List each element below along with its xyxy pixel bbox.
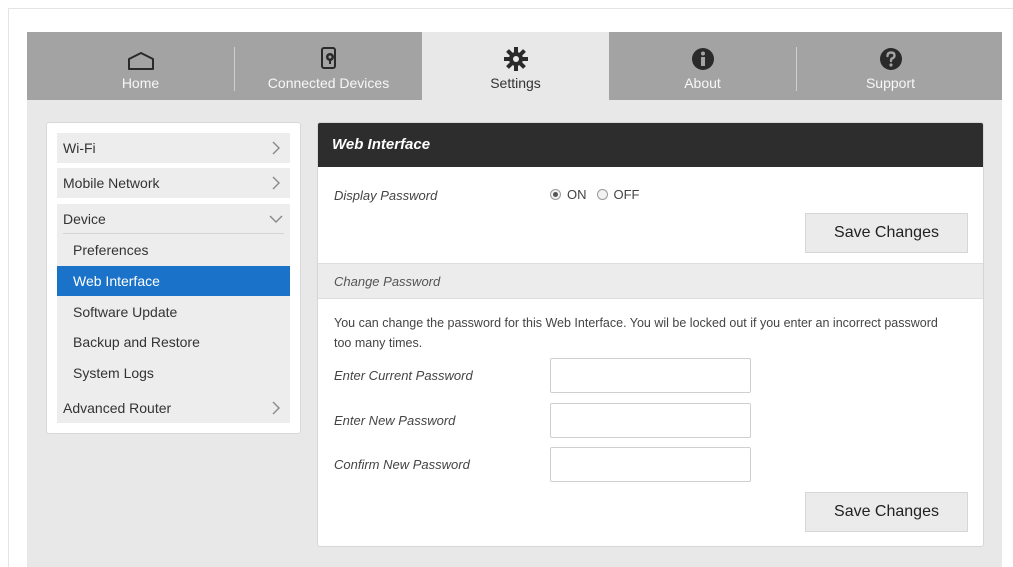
tab-settings-label: Settings [490, 75, 541, 91]
router-admin-app: Home Connected Devices Settings About Su… [27, 32, 1002, 567]
sidebar-item-device[interactable]: Device [57, 204, 290, 234]
settings-sidebar: Wi-Fi Mobile Network Device Preferences [46, 122, 301, 434]
radio-on-label: ON [567, 187, 587, 202]
info-icon [690, 42, 716, 72]
sidebar-item-backup-restore[interactable]: Backup and Restore [57, 327, 290, 357]
current-password-field[interactable] [550, 358, 751, 393]
display-password-radio-group: ON OFF [550, 187, 650, 202]
tab-about[interactable]: About [609, 32, 796, 100]
sidebar-item-preferences[interactable]: Preferences [57, 235, 290, 265]
radio-off-label: OFF [613, 187, 640, 202]
sidebar-item-mobile-network[interactable]: Mobile Network [57, 168, 290, 198]
sidebar-item-label: Mobile Network [63, 175, 160, 191]
tab-home[interactable]: Home [47, 32, 234, 100]
gear-icon [503, 42, 529, 72]
radio-off[interactable] [596, 189, 608, 200]
tab-support[interactable]: Support [797, 32, 984, 100]
confirm-password-field[interactable] [550, 447, 751, 482]
web-interface-panel: Web Interface Display Password ON OFF Sa… [317, 122, 984, 547]
sidebar-group-device: Device Preferences Web Interface Softwar… [57, 204, 290, 421]
current-password-label: Enter Current Password [334, 368, 473, 383]
chevron-right-icon [272, 401, 280, 415]
sidebar-item-label: Advanced Router [63, 400, 172, 416]
new-password-label: Enter New Password [334, 413, 456, 428]
sidebar-sub-label: Web Interface [73, 273, 160, 289]
sidebar-item-system-logs[interactable]: System Logs [57, 358, 290, 388]
sidebar-item-label: Device [63, 211, 106, 227]
radio-on[interactable] [550, 189, 561, 200]
sidebar-item-label: Wi-Fi [63, 140, 96, 156]
chevron-down-icon [269, 215, 283, 223]
change-password-description: You can change the password for this Web… [334, 316, 938, 350]
devices-icon [318, 42, 340, 72]
tab-about-label: About [684, 75, 721, 91]
save-changes-button-1[interactable]: Save Changes [805, 213, 968, 253]
tab-settings[interactable]: Settings [422, 32, 609, 100]
sidebar-sub-label: Backup and Restore [73, 334, 200, 350]
sidebar-item-software-update[interactable]: Software Update [57, 297, 290, 327]
panel-title: Web Interface [318, 123, 983, 167]
new-password-field[interactable] [550, 403, 751, 438]
help-icon [878, 42, 904, 72]
confirm-password-label: Confirm New Password [334, 457, 470, 472]
sidebar-divider [63, 233, 284, 234]
chevron-right-icon [272, 176, 280, 190]
tab-connected-devices[interactable]: Connected Devices [235, 32, 422, 100]
sidebar-sub-label: System Logs [73, 365, 154, 381]
sidebar-item-web-interface[interactable]: Web Interface [57, 266, 290, 296]
tab-support-label: Support [865, 75, 916, 91]
chevron-right-icon [272, 141, 280, 155]
sidebar-item-advanced-router[interactable]: Advanced Router [57, 393, 290, 423]
sidebar-sub-label: Preferences [73, 242, 149, 258]
tab-home-label: Home [121, 75, 160, 91]
tab-connected-devices-label: Connected Devices [267, 75, 390, 91]
sidebar-item-wifi[interactable]: Wi-Fi [57, 133, 290, 163]
save-changes-button-2[interactable]: Save Changes [805, 492, 968, 532]
top-nav: Home Connected Devices Settings About Su… [27, 32, 1002, 100]
display-password-label: Display Password [334, 188, 438, 203]
change-password-heading: Change Password [318, 263, 983, 299]
home-icon [126, 42, 156, 72]
sidebar-sub-label: Software Update [73, 304, 178, 320]
